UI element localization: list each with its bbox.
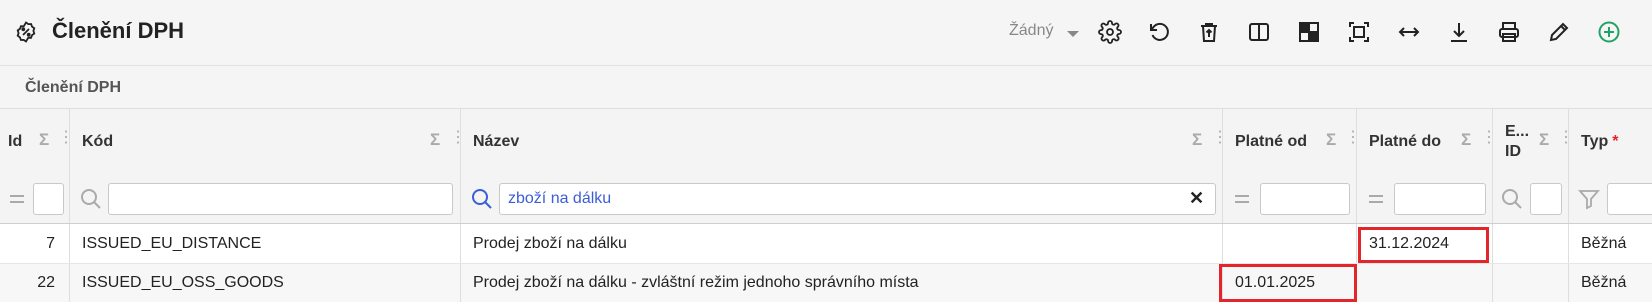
filter-input-nazev[interactable]: zboží na dálku bbox=[499, 183, 1216, 215]
filter-cell-typ bbox=[1569, 175, 1652, 223]
column-label-platne-od: Platné od bbox=[1235, 133, 1308, 150]
cell-typ: Běžná bbox=[1569, 224, 1652, 263]
filter-input-typ[interactable] bbox=[1607, 183, 1652, 215]
filter-cell-ext-id bbox=[1493, 175, 1569, 223]
grid-header-row: Id Σ ⋮ Kód Σ ⋮ Název Σ ⋮ Platné od Σ ⋮ P… bbox=[0, 109, 1652, 176]
cell-id: 7 bbox=[0, 224, 70, 263]
column-header-platne-od[interactable]: Platné od Σ ⋮ bbox=[1223, 109, 1361, 175]
data-grid: Id Σ ⋮ Kód Σ ⋮ Název Σ ⋮ Platné od Σ ⋮ P… bbox=[0, 108, 1652, 302]
filter-input-id[interactable] bbox=[33, 183, 64, 215]
cell-platne-od bbox=[1223, 224, 1357, 263]
filter-input-platne-od[interactable] bbox=[1260, 183, 1350, 215]
column-label-kod: Kód bbox=[82, 133, 114, 150]
filter-cell-kod bbox=[70, 175, 461, 223]
search-icon[interactable] bbox=[79, 187, 103, 211]
highlight-box-platne-od bbox=[1219, 264, 1357, 302]
sum-icon[interactable]: Σ bbox=[1461, 130, 1471, 150]
layout-icon[interactable] bbox=[1294, 17, 1324, 47]
column-header-nazev[interactable]: Název Σ ⋮ bbox=[461, 109, 1228, 175]
edit-icon[interactable] bbox=[1544, 17, 1574, 47]
tax-badge-icon bbox=[16, 21, 36, 43]
cell-id: 22 bbox=[0, 264, 70, 302]
clear-filter-icon[interactable]: ✕ bbox=[1189, 188, 1204, 209]
sum-icon[interactable]: Σ bbox=[1539, 130, 1549, 150]
download-icon[interactable] bbox=[1444, 17, 1474, 47]
undo-icon[interactable] bbox=[1144, 17, 1174, 47]
cell-kod: ISSUED_EU_DISTANCE bbox=[70, 224, 461, 263]
equals-icon[interactable] bbox=[1230, 187, 1254, 211]
add-icon[interactable] bbox=[1594, 17, 1624, 47]
column-label-typ: Typ * bbox=[1581, 109, 1619, 175]
column-header-kod[interactable]: Kód Σ ⋮ bbox=[70, 109, 466, 175]
cell-ext-id bbox=[1493, 224, 1569, 263]
table-row[interactable]: 22 ISSUED_EU_OSS_GOODS Prodej zboží na d… bbox=[0, 264, 1652, 302]
cell-id-value: 22 bbox=[37, 274, 55, 291]
filter-input-platne-do[interactable] bbox=[1394, 183, 1486, 215]
cell-kod-value: ISSUED_EU_DISTANCE bbox=[82, 234, 262, 252]
search-icon[interactable] bbox=[1500, 187, 1524, 211]
cell-typ: Běžná bbox=[1569, 264, 1652, 302]
filter-cell-platne-do bbox=[1357, 175, 1493, 223]
cell-nazev-value: Prodej zboží na dálku bbox=[473, 234, 627, 252]
sum-icon[interactable]: Σ bbox=[39, 130, 49, 150]
page-title: Členění DPH bbox=[52, 18, 185, 43]
cell-kod: ISSUED_EU_OSS_GOODS bbox=[70, 264, 461, 302]
equals-icon[interactable] bbox=[5, 187, 29, 211]
cell-typ-value: Běžná bbox=[1581, 274, 1627, 291]
column-header-id[interactable]: Id Σ ⋮ bbox=[0, 109, 74, 175]
filter-funnel-icon[interactable] bbox=[1577, 187, 1601, 211]
filter-input-ext-id[interactable] bbox=[1530, 183, 1562, 215]
cell-nazev: Prodej zboží na dálku - zvláštní režim j… bbox=[461, 264, 1223, 302]
split-view-icon[interactable] bbox=[1244, 17, 1274, 47]
sum-icon[interactable]: Σ bbox=[1192, 130, 1202, 150]
column-header-typ[interactable]: Typ * bbox=[1569, 109, 1652, 175]
cell-platne-do bbox=[1357, 264, 1493, 302]
grid-filter-row: zboží na dálku ✕ bbox=[0, 175, 1652, 224]
variant-dropdown-caret-icon[interactable] bbox=[1067, 31, 1079, 37]
column-label-nazev: Název bbox=[473, 133, 520, 150]
cell-id-value: 7 bbox=[46, 234, 55, 252]
cell-ext-id bbox=[1493, 264, 1569, 302]
sum-icon[interactable]: Σ bbox=[1326, 130, 1336, 150]
fit-screen-icon[interactable] bbox=[1344, 17, 1374, 47]
column-label-platne-do: Platné do bbox=[1369, 133, 1442, 150]
top-bar: Členění DPH Žádný bbox=[0, 0, 1652, 66]
expand-width-icon[interactable] bbox=[1394, 17, 1424, 47]
cell-nazev-value: Prodej zboží na dálku - zvláštní režim j… bbox=[473, 274, 919, 291]
filter-value-nazev: zboží na dálku bbox=[508, 190, 612, 207]
equals-icon[interactable] bbox=[1364, 187, 1388, 211]
sum-icon[interactable]: Σ bbox=[430, 130, 440, 150]
cell-typ-value: Běžná bbox=[1581, 234, 1627, 252]
delete-icon[interactable] bbox=[1194, 17, 1224, 47]
column-header-platne-do[interactable]: Platné do Σ ⋮ bbox=[1357, 109, 1497, 175]
highlight-box-platne-do bbox=[1358, 227, 1489, 263]
breadcrumb: Členění DPH bbox=[25, 79, 122, 96]
column-label-ext-id: E... ID bbox=[1505, 123, 1530, 160]
filter-input-kod[interactable] bbox=[108, 183, 453, 215]
column-header-ext-id[interactable]: E... ID Σ ⋮ bbox=[1493, 109, 1574, 175]
filter-cell-id bbox=[0, 175, 70, 223]
column-label-typ-text: Typ bbox=[1581, 133, 1609, 150]
cell-nazev: Prodej zboží na dálku bbox=[461, 224, 1223, 263]
settings-icon[interactable] bbox=[1095, 17, 1125, 47]
variant-select[interactable]: Žádný bbox=[1009, 22, 1053, 40]
filter-cell-nazev: zboží na dálku ✕ bbox=[461, 175, 1223, 223]
cell-kod-value: ISSUED_EU_OSS_GOODS bbox=[82, 274, 284, 291]
filter-cell-platne-od bbox=[1223, 175, 1357, 223]
print-icon[interactable] bbox=[1494, 17, 1524, 47]
search-icon[interactable] bbox=[470, 187, 494, 211]
column-label-id: Id bbox=[8, 133, 23, 150]
required-marker: * bbox=[1612, 133, 1619, 150]
